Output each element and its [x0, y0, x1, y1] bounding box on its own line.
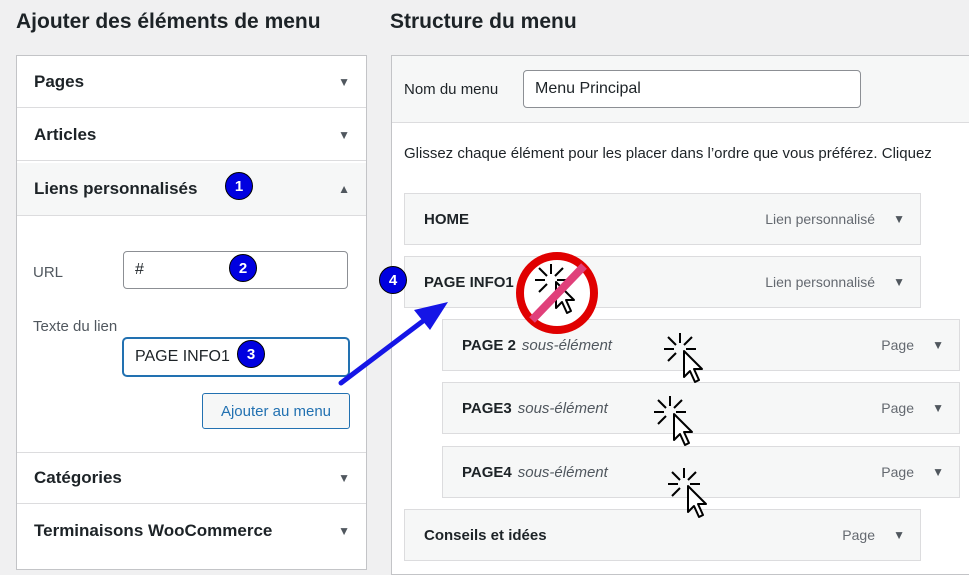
- menu-item-page-info1[interactable]: PAGE INFO1 Lien personnalisé ▼: [404, 256, 921, 308]
- menu-item-sub-label: sous-élément: [517, 464, 608, 481]
- menu-item-title: PAGE3 sous-élément: [462, 400, 608, 417]
- accordion-pages[interactable]: Pages ▼: [17, 56, 366, 108]
- accordion-woocommerce-label: Terminaisons WooCommerce: [34, 521, 273, 540]
- menu-item-type: Lien personnalisé: [765, 274, 875, 290]
- link-text-label: Texte du lien: [33, 318, 118, 335]
- menu-item-type: Page: [881, 464, 914, 480]
- step-badge-3: 3: [237, 340, 265, 368]
- menu-item-page-2[interactable]: PAGE 2 sous-élément Page ▼: [442, 319, 960, 371]
- menu-item-page3[interactable]: PAGE3 sous-élément Page ▼: [442, 382, 960, 434]
- menu-item-page4[interactable]: PAGE4 sous-élément Page ▼: [442, 446, 960, 498]
- chevron-down-icon[interactable]: ▼: [932, 338, 944, 352]
- menu-name-input[interactable]: Menu Principal: [523, 70, 861, 108]
- menu-item-title-text: PAGE3: [462, 400, 512, 417]
- chevron-down-icon: ▼: [338, 127, 350, 142]
- menu-item-title: HOME: [424, 211, 469, 228]
- accordion-woocommerce[interactable]: Terminaisons WooCommerce ▼: [17, 505, 366, 557]
- chevron-down-icon[interactable]: ▼: [893, 275, 905, 289]
- menu-item-title: Conseils et idées: [424, 527, 547, 544]
- menu-item-sub-label: sous-élément: [517, 400, 608, 417]
- left-heading: Ajouter des éléments de menu: [16, 10, 321, 33]
- menu-name-bar: Nom du menu Menu Principal: [392, 56, 969, 123]
- step-badge-1: 1: [225, 172, 253, 200]
- right-heading: Structure du menu: [390, 10, 577, 33]
- chevron-down-icon[interactable]: ▼: [893, 528, 905, 542]
- step-badge-2: 2: [229, 254, 257, 282]
- accordion-pages-label: Pages: [34, 71, 85, 91]
- menu-item-type: Page: [881, 400, 914, 416]
- chevron-down-icon[interactable]: ▼: [932, 465, 944, 479]
- accordion-custom-links[interactable]: Liens personnalisés ▲: [17, 163, 366, 216]
- menu-name-label: Nom du menu: [404, 81, 499, 98]
- chevron-up-icon: ▲: [338, 182, 350, 196]
- chevron-down-icon[interactable]: ▼: [932, 401, 944, 415]
- menu-item-title-text: PAGE 2: [462, 337, 516, 354]
- chevron-down-icon: ▼: [338, 524, 350, 538]
- chevron-down-icon: ▼: [338, 74, 350, 89]
- accordion-categories-label: Catégories: [34, 468, 122, 487]
- add-items-panel: Pages ▼ Articles ▼ Liens personnalisés ▲…: [16, 55, 367, 570]
- accordion-articles-label: Articles: [34, 124, 97, 144]
- menu-structure-panel: Nom du menu Menu Principal Glissez chaqu…: [391, 55, 969, 575]
- url-label: URL: [33, 264, 64, 281]
- menu-item-type: Page: [842, 527, 875, 543]
- menu-item-type: Lien personnalisé: [765, 211, 875, 227]
- menu-item-title: PAGE 2 sous-élément: [462, 337, 612, 354]
- menu-item-title: PAGE4 sous-élément: [462, 464, 608, 481]
- menu-item-title-text: PAGE4: [462, 464, 512, 481]
- menu-item-sub-label: sous-élément: [521, 337, 612, 354]
- step-badge-4: 4: [379, 266, 407, 294]
- accordion-custom-links-label: Liens personnalisés: [34, 179, 198, 198]
- link-text-input[interactable]: PAGE INFO1: [123, 338, 349, 376]
- add-to-menu-button[interactable]: Ajouter au menu: [202, 393, 350, 429]
- menu-item-conseils[interactable]: Conseils et idées Page ▼: [404, 509, 921, 561]
- chevron-down-icon[interactable]: ▼: [893, 212, 905, 226]
- menu-item-home[interactable]: HOME Lien personnalisé ▼: [404, 193, 921, 245]
- instructions-text: Glissez chaque élément pour les placer d…: [404, 145, 932, 162]
- menu-item-type: Page: [881, 337, 914, 353]
- accordion-articles[interactable]: Articles ▼: [17, 109, 366, 161]
- accordion-categories[interactable]: Catégories ▼: [17, 452, 366, 504]
- chevron-down-icon: ▼: [338, 471, 350, 485]
- menu-item-title: PAGE INFO1: [424, 274, 514, 291]
